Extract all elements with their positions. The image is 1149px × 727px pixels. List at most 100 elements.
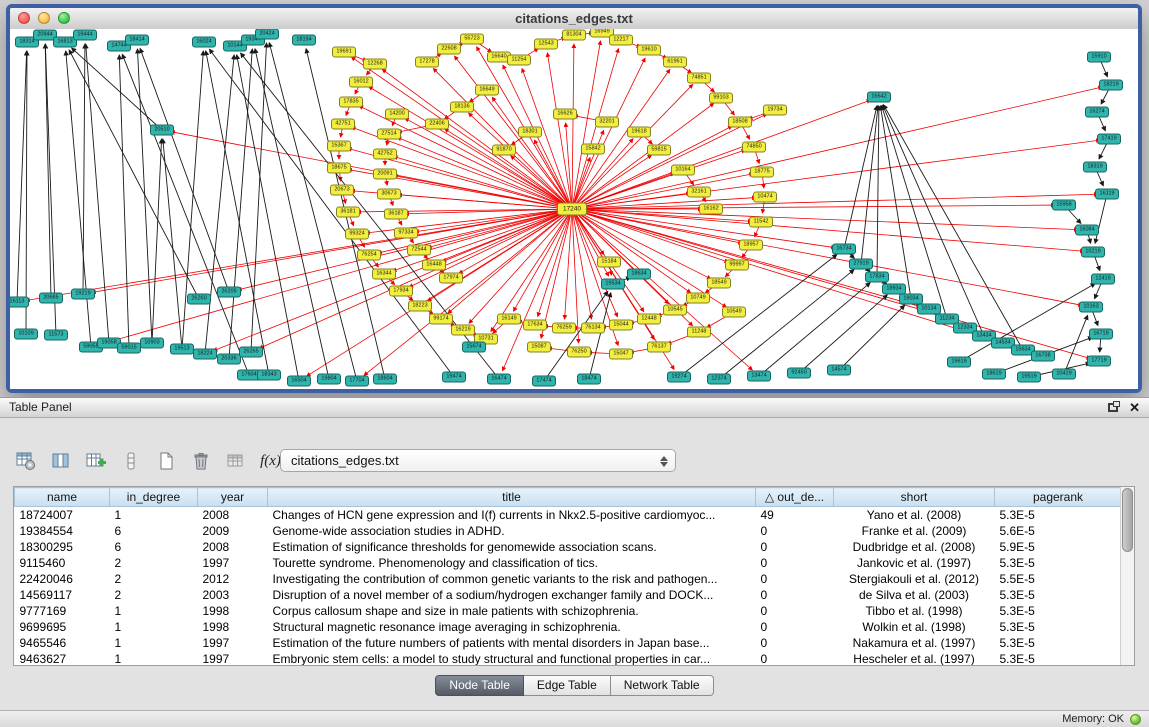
graph-node[interactable]: 16219 — [451, 325, 475, 336]
graph-node[interactable]: 18343 — [257, 370, 281, 381]
graph-node[interactable]: 19610 — [637, 45, 661, 56]
graph-node[interactable]: 17834 — [865, 272, 889, 283]
graph-node[interactable]: 12374 — [707, 374, 731, 385]
graph-node[interactable]: 42751 — [331, 119, 355, 130]
graph-node[interactable]: 19474 — [442, 372, 466, 383]
graph-node[interactable]: 17934 — [389, 286, 413, 297]
graph-node[interactable]: 76259 — [552, 323, 576, 334]
graph-node[interactable]: 19618 — [627, 127, 651, 138]
table-row[interactable]: 977716911998Corpus callosum shape and si… — [15, 603, 1122, 619]
graph-node[interactable]: 16504 — [287, 376, 311, 387]
graph-node[interactable]: 26265 — [239, 347, 263, 358]
graph-node[interactable]: 18634 — [627, 269, 651, 280]
table-options-button[interactable] — [12, 449, 39, 474]
graph-node[interactable]: 16024 — [192, 37, 216, 48]
graph-node[interactable]: 22406 — [425, 119, 449, 130]
graph-node[interactable]: 76254 — [357, 250, 381, 261]
close-window-button[interactable] — [18, 12, 30, 24]
import-table-button[interactable] — [222, 449, 249, 474]
graph-node[interactable]: 20673 — [330, 185, 354, 196]
graph-node[interactable]: 16474 — [487, 374, 511, 385]
graph-node[interactable]: 99997 — [725, 260, 749, 271]
graph-node[interactable]: 10749 — [686, 293, 710, 304]
graph-node[interactable]: 13474 — [747, 371, 771, 382]
tab-network-table[interactable]: Network Table — [611, 675, 714, 696]
table-row[interactable]: 911546021997Tourette syndrome. Phenomeno… — [15, 555, 1122, 571]
graph-node[interactable]: 30673 — [377, 189, 401, 200]
graph-node[interactable]: 32161 — [687, 187, 711, 198]
graph-node[interactable]: 14200 — [385, 109, 409, 120]
graph-node[interactable]: 17419 — [1097, 134, 1121, 145]
graph-node[interactable]: 74851 — [687, 73, 711, 84]
new-table-button[interactable] — [152, 449, 179, 474]
column-header[interactable]: pagerank — [995, 488, 1122, 507]
graph-node[interactable]: 16119 — [1095, 189, 1119, 200]
graph-node[interactable]: 12217 — [609, 35, 633, 46]
graph-node[interactable]: 10549 — [722, 307, 746, 318]
graph-node[interactable]: 99174 — [429, 314, 453, 325]
graph-node[interactable]: 36187 — [384, 209, 408, 220]
graph-node[interactable]: 17719 — [1087, 356, 1111, 367]
graph-node[interactable]: 15842 — [581, 144, 605, 155]
table-row[interactable]: 946362711997Embryonic stem cells: a mode… — [15, 651, 1122, 666]
graph-node[interactable]: 74850 — [742, 142, 766, 153]
graph-node[interactable]: 22608 — [437, 44, 461, 55]
table-selector-dropdown[interactable]: citations_edges.txt — [280, 449, 676, 472]
close-panel-icon[interactable]: ✕ — [1129, 400, 1140, 415]
graph-node[interactable]: 17974 — [439, 273, 463, 284]
column-header[interactable]: name — [15, 488, 110, 507]
graph-node[interactable]: 15044 — [609, 320, 633, 331]
graph-node[interactable]: 18675 — [327, 163, 351, 174]
graph-node[interactable]: 14574 — [827, 365, 851, 376]
graph-node[interactable]: 18319 — [1083, 162, 1107, 173]
graph-node[interactable]: 16344 — [372, 269, 396, 280]
graph-node[interactable]: 16084 — [1075, 225, 1099, 236]
graph-node[interactable]: 18219 — [1099, 80, 1123, 91]
graph-node[interactable]: 99103 — [709, 93, 733, 104]
graph-node[interactable]: 19219 — [71, 289, 95, 300]
graph-node[interactable]: 19519 — [1017, 372, 1041, 383]
graph-node[interactable]: 16642 — [867, 92, 891, 103]
graph-node[interactable]: 36181 — [336, 207, 360, 218]
table-row[interactable]: 969969511998Structural magnetic resonanc… — [15, 619, 1122, 635]
graph-node[interactable]: 15184 — [597, 257, 621, 268]
table-scrollbar[interactable] — [1120, 487, 1134, 665]
graph-node[interactable]: 55723 — [460, 34, 484, 45]
graph-node[interactable]: 12448 — [637, 314, 661, 325]
graph-node[interactable]: 19734 — [763, 105, 787, 116]
network-canvas[interactable]: 1724017835427511536718675206733618199324… — [10, 29, 1138, 389]
graph-node[interactable]: 11254 — [507, 55, 531, 66]
column-header[interactable]: in_degree — [110, 488, 198, 507]
graph-node[interactable]: 10109 — [14, 329, 38, 340]
table-row[interactable]: 1872400712008Changes of HCN gene express… — [15, 507, 1122, 524]
graph-node[interactable]: 76134 — [581, 323, 605, 334]
graph-node[interactable]: 32201 — [595, 117, 619, 128]
graph-node[interactable]: 16626 — [553, 109, 577, 120]
row-height-button[interactable] — [117, 449, 144, 474]
delete-table-button[interactable] — [187, 449, 214, 474]
graph-node[interactable]: 15910 — [1087, 52, 1111, 63]
graph-node[interactable]: 18474 — [577, 374, 601, 385]
graph-node[interactable]: 72544 — [407, 245, 431, 256]
table-row[interactable]: 2242004622012Investigating the contribut… — [15, 571, 1122, 587]
graph-node[interactable]: 16113 — [10, 297, 29, 308]
graph-node[interactable]: 81304 — [562, 30, 586, 41]
graph-node[interactable]: 17835 — [339, 97, 363, 108]
graph-node[interactable]: 18414 — [125, 35, 149, 46]
window-titlebar[interactable]: citations_edges.txt — [10, 8, 1138, 30]
graph-node[interactable]: 19691 — [332, 47, 356, 58]
graph-node[interactable]: 12268 — [363, 59, 387, 70]
graph-node[interactable]: 17240 — [557, 203, 587, 216]
graph-node[interactable]: 19444 — [73, 30, 97, 41]
scrollbar-thumb[interactable] — [1122, 488, 1133, 552]
graph-node[interactable]: 10163 — [1079, 302, 1103, 313]
table-row[interactable]: 1830029562008Estimation of significance … — [15, 539, 1122, 555]
graph-node[interactable]: 18223 — [408, 301, 432, 312]
tab-node-table[interactable]: Node Table — [435, 675, 524, 696]
graph-node[interactable]: 16734 — [832, 244, 856, 255]
graph-node[interactable]: 19534 — [601, 279, 625, 290]
graph-node[interactable]: 20685 — [39, 293, 63, 304]
graph-node[interactable]: 17474 — [532, 376, 556, 387]
graph-node[interactable]: 12543 — [534, 39, 558, 50]
graph-node[interactable]: 20510 — [150, 125, 174, 136]
